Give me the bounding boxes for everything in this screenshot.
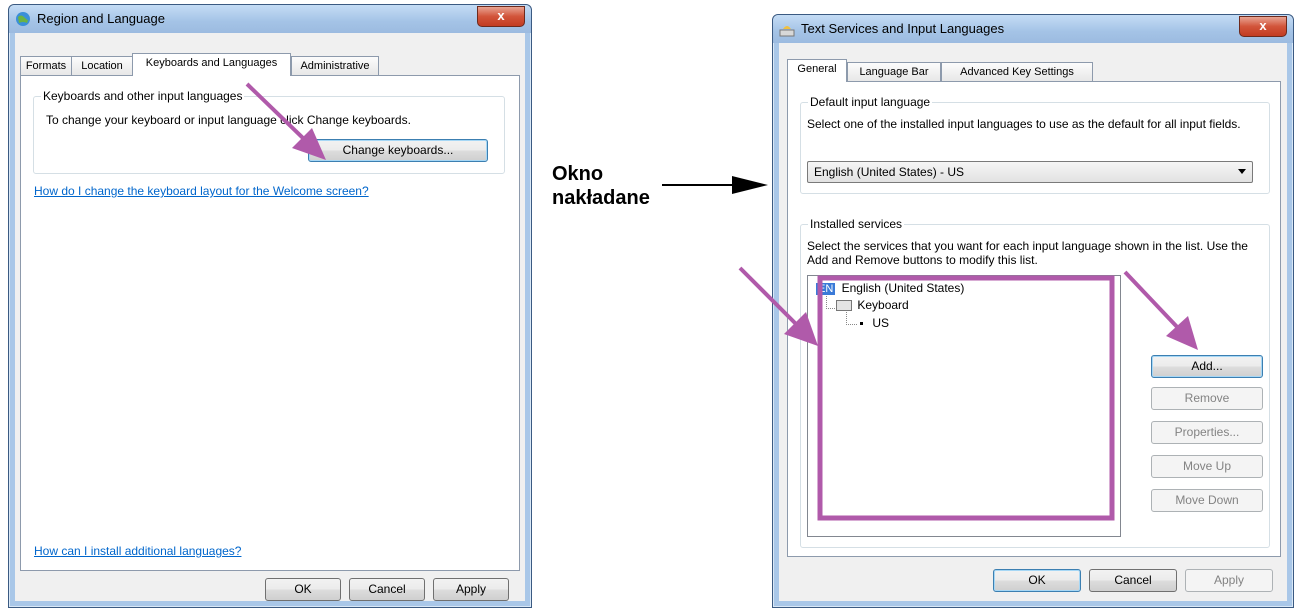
- annotation-overlay-right: [738, 266, 1198, 521]
- tab-keyboards-and-languages[interactable]: Keyboards and Languages: [132, 53, 291, 76]
- tab-general[interactable]: General: [787, 59, 847, 82]
